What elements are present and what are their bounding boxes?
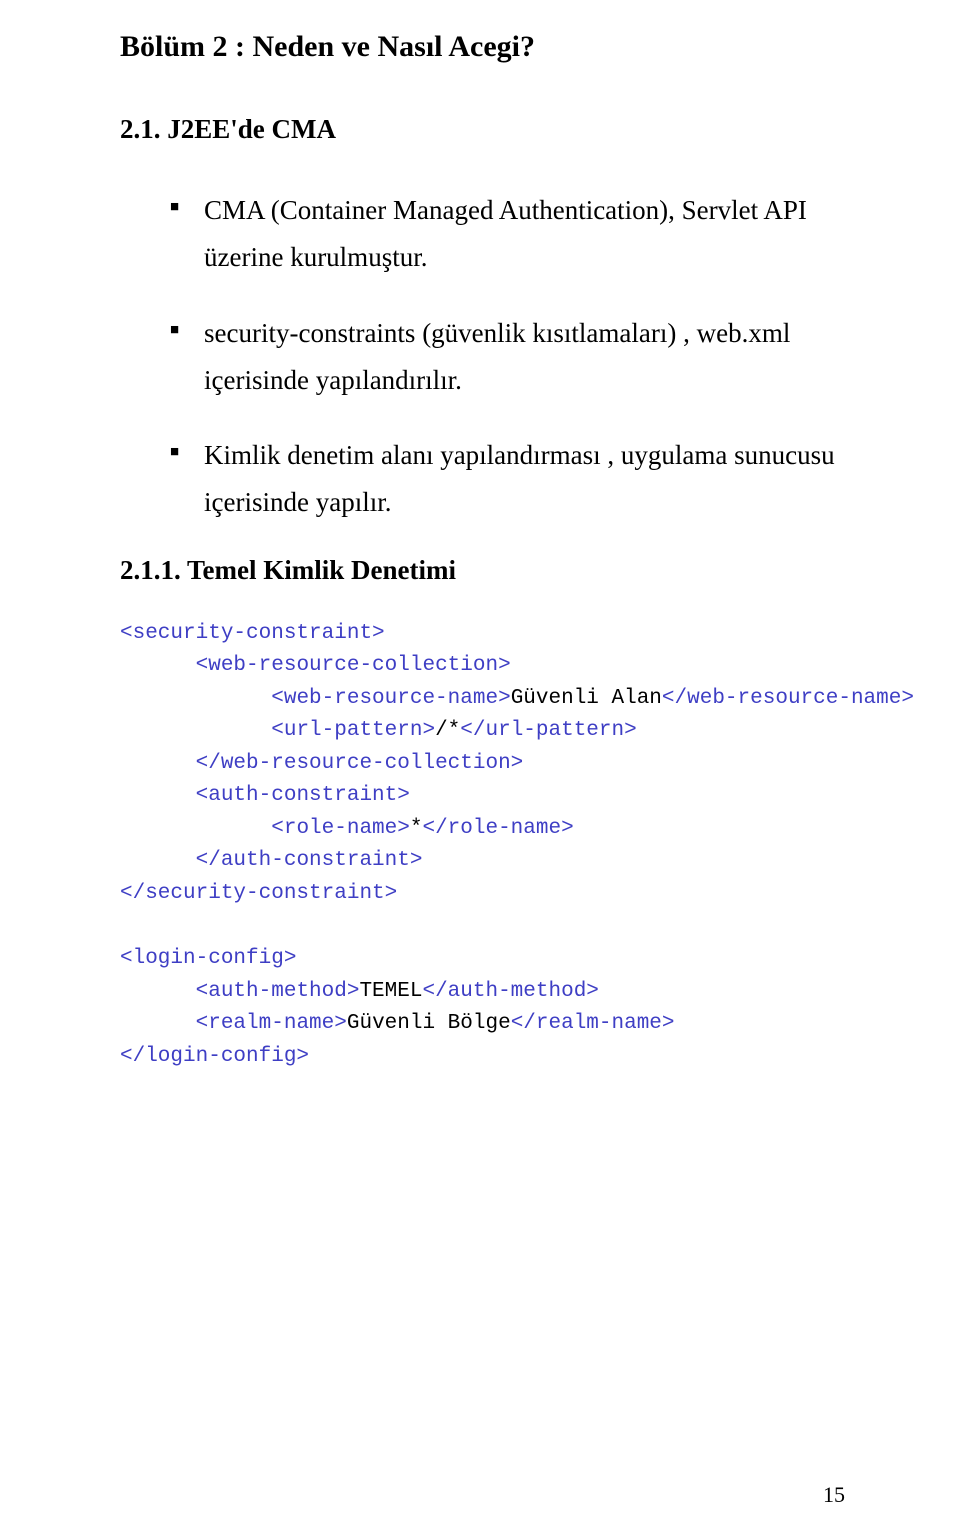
- code-line: </auth-constraint>: [196, 849, 423, 872]
- code-tag: </url-pattern>: [460, 719, 636, 742]
- code-tag: <web-resource-name>: [271, 687, 510, 710]
- code-line: <auth-constraint>: [196, 784, 410, 807]
- code-line: </security-constraint>: [120, 882, 397, 905]
- code-tag: </web-resource-name>: [662, 687, 914, 710]
- code-tag: <realm-name>: [196, 1012, 347, 1035]
- code-tag: <auth-method>: [196, 980, 360, 1003]
- code-tag: <role-name>: [271, 817, 410, 840]
- code-tag: </realm-name>: [511, 1012, 675, 1035]
- code-line: <web-resource-collection>: [196, 654, 511, 677]
- code-text: /*: [435, 719, 460, 742]
- code-line: </login-config>: [120, 1045, 309, 1068]
- code-line: <login-config>: [120, 947, 296, 970]
- page-number: 15: [823, 1482, 845, 1508]
- code-line: </web-resource-collection>: [196, 752, 524, 775]
- code-tag: <url-pattern>: [271, 719, 435, 742]
- code-tag: </auth-method>: [422, 980, 598, 1003]
- list-item: CMA (Container Managed Authentication), …: [170, 187, 840, 282]
- section-heading: 2.1. J2EE'de CMA: [120, 114, 840, 145]
- list-item: Kimlik denetim alanı yapılandırması , uy…: [170, 432, 840, 527]
- code-block: <security-constraint> <web-resource-coll…: [120, 618, 840, 1074]
- code-text: *: [410, 817, 423, 840]
- bullet-list: CMA (Container Managed Authentication), …: [170, 187, 840, 527]
- code-tag: </role-name>: [422, 817, 573, 840]
- code-line: <security-constraint>: [120, 622, 385, 645]
- code-text: Güvenli Alan: [511, 687, 662, 710]
- chapter-heading: Bölüm 2 : Neden ve Nasıl Acegi?: [120, 30, 840, 64]
- code-text: Güvenli Bölge: [347, 1012, 511, 1035]
- list-item: security-constraints (güvenlik kısıtlama…: [170, 310, 840, 405]
- subsection-heading: 2.1.1. Temel Kimlik Denetimi: [120, 555, 840, 586]
- code-text: TEMEL: [359, 980, 422, 1003]
